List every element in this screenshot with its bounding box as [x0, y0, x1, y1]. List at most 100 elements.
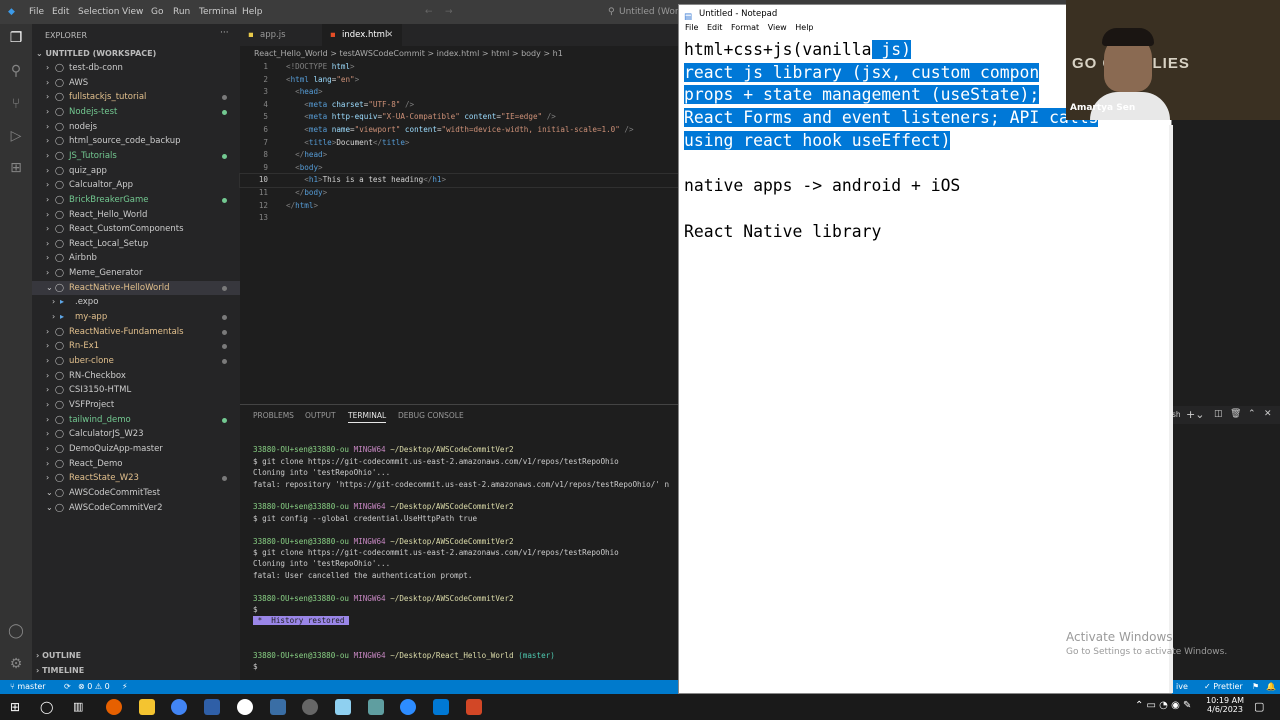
tree-folder-item[interactable]: › ◯ CSI3150-HTML: [32, 383, 240, 397]
close-panel-icon[interactable]: ✕: [1264, 409, 1272, 419]
tree-folder-item[interactable]: › ◯ CalculatorJS_W23: [32, 427, 240, 441]
powerpoint-icon[interactable]: [466, 699, 482, 715]
code-line[interactable]: 5 <meta http-equiv="X-UA-Compatible" con…: [240, 111, 680, 124]
tab-problems[interactable]: PROBLEMS: [253, 411, 294, 420]
github-icon[interactable]: [237, 699, 253, 715]
timeline-section[interactable]: › TIMELINE: [36, 666, 84, 675]
notepad-scrollbar[interactable]: [1169, 125, 1173, 693]
add-terminal-icon[interactable]: +⌄: [1186, 408, 1204, 421]
tree-folder-item[interactable]: › ◯ VSFProject: [32, 398, 240, 412]
tab-app-js[interactable]: ▪ app.js: [240, 24, 320, 46]
extensions-icon[interactable]: ⊞: [6, 158, 26, 178]
np-menu-view[interactable]: View: [768, 23, 787, 32]
np-menu-format[interactable]: Format: [731, 23, 759, 32]
workspace-header[interactable]: ⌄ UNTITLED (WORKSPACE): [36, 49, 156, 58]
maximize-icon[interactable]: ⌃: [1248, 409, 1256, 419]
tree-folder-item[interactable]: › ◯ AWS: [32, 76, 240, 90]
code-line[interactable]: 10 <h1>This is a test heading</h1>: [239, 173, 681, 188]
tree-folder-item[interactable]: › ◯ React_Demo: [32, 457, 240, 471]
task-view-icon[interactable]: ▥: [73, 700, 83, 713]
prettier-status[interactable]: ✓ Prettier: [1204, 680, 1243, 694]
menu-help[interactable]: Help: [242, 7, 263, 17]
tree-folder-item[interactable]: › ◯ Airbnb: [32, 251, 240, 265]
split-icon[interactable]: ◫: [1214, 409, 1223, 419]
tree-folder-item[interactable]: › ◯ ReactNative-Fundamentals: [32, 325, 240, 339]
code-line[interactable]: 9 <body>: [240, 162, 680, 175]
clock[interactable]: 10:19 AM 4/6/2023: [1206, 696, 1244, 714]
close-icon[interactable]: ✕: [386, 24, 393, 46]
sync-icon[interactable]: ⟳: [64, 680, 71, 694]
shell-label[interactable]: sh: [1172, 410, 1181, 419]
tree-child-item[interactable]: › ▸ my-app: [32, 310, 240, 324]
tree-folder-item[interactable]: › ◯ React_Hello_World: [32, 208, 240, 222]
menu-file[interactable]: File: [29, 7, 44, 17]
tree-folder-item[interactable]: › ◯ Meme_Generator: [32, 266, 240, 280]
trash-icon[interactable]: 🗑: [1230, 409, 1241, 419]
tree-folder-item[interactable]: › ◯ Rn-Ex1: [32, 339, 240, 353]
code-line[interactable]: 2 <html lang="en">: [240, 74, 680, 87]
explorer-icon[interactable]: ❐: [6, 28, 26, 48]
tree-folder-item[interactable]: › ◯ tailwind_demo: [32, 413, 240, 427]
source-control-icon[interactable]: ⑂: [6, 94, 26, 114]
tree-folder-item[interactable]: › ◯ nodejs: [32, 120, 240, 134]
file-explorer-icon[interactable]: [139, 699, 155, 715]
gear-icon[interactable]: ⚙: [6, 654, 26, 674]
code-line[interactable]: 7 <title>Document</title>: [240, 137, 680, 150]
np-menu-edit[interactable]: Edit: [707, 23, 723, 32]
code-line[interactable]: 4 <meta charset="UTF-8" />: [240, 99, 680, 112]
np-menu-help[interactable]: Help: [795, 23, 813, 32]
calculator-icon[interactable]: [270, 699, 286, 715]
tree-folder-item[interactable]: › ◯ Calcualtor_App: [32, 178, 240, 192]
menu-run[interactable]: Run: [173, 7, 190, 17]
menu-view[interactable]: View: [122, 7, 143, 17]
tree-folder-item[interactable]: › ◯ React_CustomComponents: [32, 222, 240, 236]
firefox-icon[interactable]: [106, 699, 122, 715]
code-line[interactable]: 8 </head>: [240, 149, 680, 162]
tree-folder-item[interactable]: › ◯ quiz_app: [32, 164, 240, 178]
tray-icons[interactable]: ⌃ ▭ ◔ ◉ ✎: [1135, 700, 1191, 711]
code-line[interactable]: 11 </body>: [240, 187, 680, 200]
breadcrumb[interactable]: React_Hello_World > testAWSCodeCommit > …: [240, 46, 680, 61]
app-icon-blue[interactable]: [204, 699, 220, 715]
tree-folder-item[interactable]: › ◯ uber-clone: [32, 354, 240, 368]
back-arrow-icon[interactable]: ←: [425, 7, 433, 17]
account-icon[interactable]: ◯: [6, 621, 26, 641]
tree-folder-item[interactable]: › ◯ html_source_code_backup: [32, 134, 240, 148]
problems-count[interactable]: ⊗ 0 ⚠ 0: [78, 680, 110, 694]
zoom-icon[interactable]: [400, 699, 416, 715]
tree-folder-item[interactable]: › ◯ fullstackjs_tutorial: [32, 90, 240, 104]
tab-terminal[interactable]: TERMINAL: [348, 411, 387, 423]
tab-index-html[interactable]: ▪ index.html ✕: [322, 24, 402, 46]
chrome-icon[interactable]: [171, 699, 187, 715]
forward-arrow-icon[interactable]: →: [445, 7, 453, 17]
code-line[interactable]: 12 </html>: [240, 200, 680, 213]
outline-section[interactable]: › OUTLINE: [36, 651, 81, 660]
branch-status[interactable]: ⑂ master: [10, 680, 46, 694]
tree-folder-item[interactable]: › ◯ JS_Tutorials: [32, 149, 240, 163]
code-line[interactable]: 13: [240, 212, 680, 225]
tree-folder-item[interactable]: › ◯ ReactState_W23: [32, 471, 240, 485]
windows-start-icon[interactable]: ⊞: [10, 700, 20, 714]
run-debug-icon[interactable]: ▷: [6, 126, 26, 146]
notepad-taskbar-icon[interactable]: [335, 699, 351, 715]
tree-folder-item[interactable]: ⌄ ◯ AWSCodeCommitTest: [32, 486, 240, 500]
menu-terminal[interactable]: Terminal: [199, 7, 237, 17]
tab-debug-console[interactable]: DEBUG CONSOLE: [398, 411, 464, 420]
tree-folder-item[interactable]: ⌄ ◯ AWSCodeCommitVer2: [32, 501, 240, 515]
tree-folder-item[interactable]: › ◯ BrickBreakerGame: [32, 193, 240, 207]
code-line[interactable]: 6 <meta name="viewport" content="width=d…: [240, 124, 680, 137]
live-status[interactable]: ive: [1176, 680, 1188, 694]
code-line[interactable]: 1 <!DOCTYPE html>: [240, 61, 680, 74]
tree-folder-item[interactable]: › ◯ test-db-conn: [32, 61, 240, 75]
lightning-icon[interactable]: ⚡: [122, 680, 128, 694]
tree-folder-item[interactable]: › ◯ Nodejs-test: [32, 105, 240, 119]
bell-icon[interactable]: 🔔: [1266, 680, 1276, 694]
search-icon[interactable]: ⚲: [6, 61, 26, 81]
tree-folder-item[interactable]: › ◯ React_Local_Setup: [32, 237, 240, 251]
app-icon-teal[interactable]: [368, 699, 384, 715]
feedback-icon[interactable]: ⚑: [1252, 680, 1259, 694]
tree-folder-item[interactable]: › ◯ RN-Checkbox: [32, 369, 240, 383]
menu-edit[interactable]: Edit: [52, 7, 69, 17]
search-icon[interactable]: ◯: [40, 700, 53, 714]
settings-app-icon[interactable]: [302, 699, 318, 715]
